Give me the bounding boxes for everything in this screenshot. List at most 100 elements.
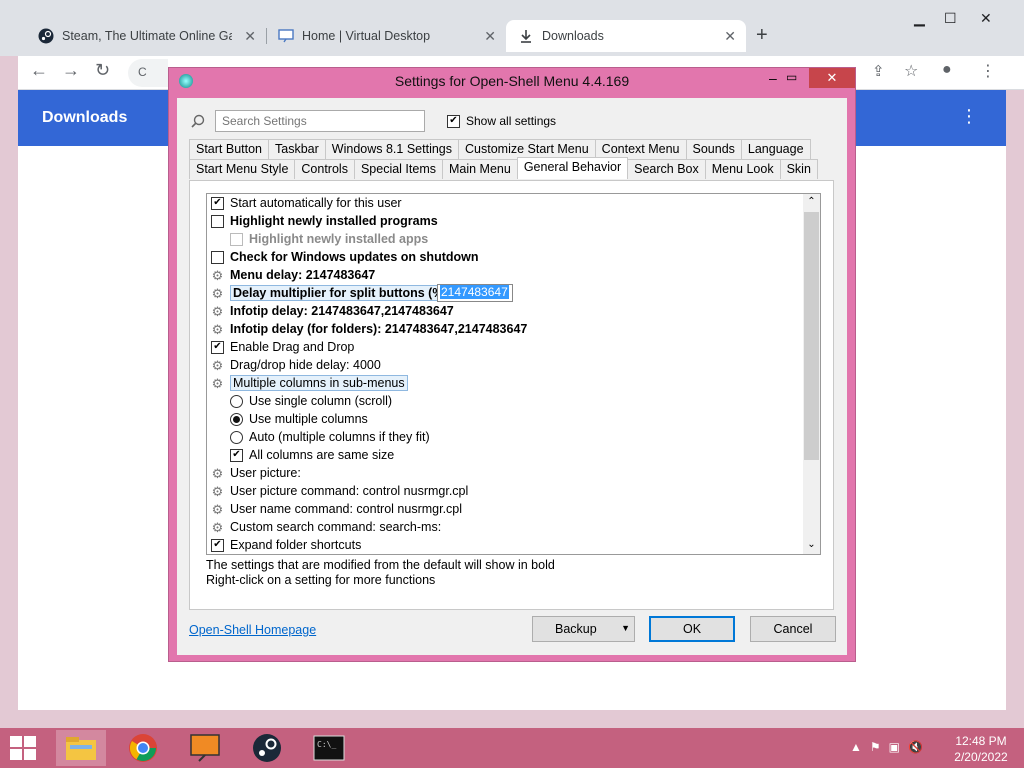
setting-row[interactable]: ⚙ User picture: (211, 464, 301, 482)
setting-row[interactable]: ✔ Enable Drag and Drop (211, 338, 354, 356)
volume-muted-icon[interactable]: 🔇 (908, 740, 923, 754)
close-window-icon[interactable]: ✕ (980, 10, 992, 27)
share-icon[interactable]: ⇪ (872, 62, 885, 80)
clock-time: 12:48 PM (955, 734, 1007, 748)
tab-start-button[interactable]: Start Button (189, 139, 270, 159)
chrome-icon[interactable] (118, 730, 168, 766)
scroll-up-icon[interactable]: ⌃ (803, 194, 820, 211)
tab-general-behavior[interactable]: General Behavior (516, 157, 629, 179)
checkbox-unchecked[interactable] (230, 232, 243, 246)
reload-icon[interactable]: ↻ (95, 60, 110, 81)
radio-unselected[interactable] (230, 394, 243, 408)
tab-customize-start-menu[interactable]: Customize Start Menu (458, 139, 596, 159)
browser-tab-virtual-desktop[interactable]: Home | Virtual Desktop ✕ (266, 20, 506, 52)
setting-row[interactable]: Highlight newly installed apps (230, 230, 428, 248)
cancel-button[interactable]: Cancel (750, 616, 836, 642)
show-hidden-icons-icon[interactable]: ▲ (850, 740, 862, 754)
close-tab-icon[interactable]: ✕ (724, 28, 736, 45)
action-center-flag-icon[interactable]: ⚑ (870, 740, 881, 754)
forward-icon[interactable]: → (62, 60, 80, 81)
menu-kebab-icon[interactable]: ⋮ (980, 61, 996, 81)
file-explorer-icon[interactable] (56, 730, 106, 766)
checkbox-checked[interactable]: ✔ (447, 114, 460, 128)
setting-row[interactable]: ⚙ Multiple columns in sub-menus (211, 374, 408, 392)
clock[interactable]: 12:48 PM 2/20/2022 (950, 733, 1012, 765)
settings-list[interactable]: ✔ Start automatically for this user Highli… (206, 193, 821, 555)
setting-row[interactable]: Use single column (scroll) (230, 392, 392, 410)
setting-label: Drag/drop hide delay: 4000 (230, 358, 381, 372)
tab-controls[interactable]: Controls (294, 159, 355, 179)
setting-label: Auto (multiple columns if they fit) (249, 430, 430, 444)
setting-row[interactable]: ✔ All columns are same size (230, 446, 394, 464)
close-tab-icon[interactable]: ✕ (484, 28, 496, 45)
setting-row[interactable]: ⚙ User name command: control nusrmgr.cpl (211, 500, 462, 518)
settings-panel: ✔ Start automatically for this user Highli… (189, 180, 834, 610)
backup-button[interactable]: Backup ▼ (532, 616, 635, 642)
setting-value-edit-field[interactable]: 2147483647 (437, 284, 513, 302)
setting-row[interactable]: ✔ Expand folder shortcuts (211, 536, 361, 554)
scroll-down-icon[interactable]: ⌄ (803, 537, 820, 554)
tab-language[interactable]: Language (740, 139, 811, 159)
close-tab-icon[interactable]: ✕ (244, 28, 256, 45)
downloads-menu-icon[interactable]: ⋮ (960, 106, 978, 127)
close-dialog-button[interactable]: ✕ (809, 68, 855, 88)
virtual-desktop-icon[interactable] (180, 730, 230, 766)
setting-row[interactable]: ⚙ Menu delay: 2147483647 (211, 266, 376, 284)
radio-selected[interactable] (230, 412, 243, 426)
network-icon[interactable]: ▣ (889, 740, 900, 754)
minimize-icon[interactable]: – (769, 70, 777, 86)
ok-button[interactable]: OK (649, 616, 735, 642)
search-settings-input[interactable] (215, 110, 425, 132)
tab-special-items[interactable]: Special Items (353, 159, 443, 179)
profile-icon[interactable]: ● (942, 61, 952, 79)
checkbox-checked[interactable]: ✔ (211, 196, 224, 210)
vertical-scrollbar[interactable]: ⌃ ⌄ (803, 194, 820, 554)
checkbox-checked[interactable]: ✔ (211, 538, 224, 552)
checkbox-checked[interactable]: ✔ (211, 340, 224, 354)
setting-row[interactable]: Use multiple columns (230, 410, 368, 428)
setting-label: Enable Drag and Drop (230, 340, 355, 354)
back-icon[interactable]: ← (30, 60, 48, 81)
tab-menu-look[interactable]: Menu Look (704, 159, 781, 179)
setting-row[interactable]: Highlight newly installed programs (211, 212, 438, 230)
setting-label: Use multiple columns (249, 412, 368, 426)
minimize-icon[interactable]: ▁ (914, 10, 925, 27)
setting-row[interactable]: ⚙ User picture command: control nusrmgr.c… (211, 482, 469, 500)
windows-start-icon[interactable] (10, 736, 36, 760)
omnibox[interactable]: C (128, 59, 168, 87)
bookmark-star-icon[interactable]: ☆ (904, 61, 918, 81)
browser-tab-downloads[interactable]: Downloads ✕ (506, 20, 746, 52)
steam-icon[interactable] (242, 730, 292, 766)
taskbar: C:\_ ▲ ⚑ ▣ 🔇 12:48 PM 2/20/2022 (0, 728, 1024, 768)
checkbox-checked[interactable]: ✔ (230, 448, 243, 462)
setting-row[interactable]: ⚙ Infotip delay: 2147483647,2147483647 (211, 302, 454, 320)
maximize-icon[interactable]: ☐ (944, 10, 957, 27)
setting-label: Multiple columns in sub-menus (230, 375, 408, 391)
setting-row[interactable]: ✔ Start automatically for this user (211, 194, 402, 212)
checkbox-unchecked[interactable] (211, 214, 224, 228)
new-tab-button[interactable]: + (756, 24, 768, 47)
setting-row[interactable]: ⚙ Infotip delay (for folders): 2147483647… (211, 320, 528, 338)
scrollbar-thumb[interactable] (804, 212, 819, 460)
radio-unselected[interactable] (230, 430, 243, 444)
tab-windows-8-1-settings[interactable]: Windows 8.1 Settings (324, 139, 459, 159)
tab-main-menu[interactable]: Main Menu (441, 159, 518, 179)
tab-context-menu[interactable]: Context Menu (594, 139, 687, 159)
tab-search-box[interactable]: Search Box (627, 159, 706, 179)
tab-skin[interactable]: Skin (779, 159, 818, 179)
show-all-settings-checkbox[interactable]: ✔ Show all settings (447, 114, 556, 128)
tab-start-menu-style[interactable]: Start Menu Style (189, 159, 296, 179)
setting-row[interactable]: ⚙ Custom search command: search-ms: (211, 518, 442, 536)
tab-taskbar[interactable]: Taskbar (268, 139, 326, 159)
gear-icon: ⚙ (211, 465, 224, 481)
cmd-icon[interactable]: C:\_ (304, 730, 354, 766)
checkbox-unchecked[interactable] (211, 250, 224, 264)
setting-row[interactable]: ⚙ Drag/drop hide delay: 4000 (211, 356, 381, 374)
maximize-icon[interactable]: ▭ (786, 70, 797, 84)
setting-row[interactable]: ⚙ Delay multiplier for split buttons (%) (211, 284, 451, 302)
open-shell-homepage-link[interactable]: Open-Shell Homepage (189, 623, 316, 637)
setting-row[interactable]: Check for Windows updates on shutdown (211, 248, 479, 266)
browser-tab-steam[interactable]: Steam, The Ultimate Online Gam ✕ (26, 20, 266, 52)
setting-row[interactable]: Auto (multiple columns if they fit) (230, 428, 430, 446)
tab-sounds[interactable]: Sounds (685, 139, 742, 159)
